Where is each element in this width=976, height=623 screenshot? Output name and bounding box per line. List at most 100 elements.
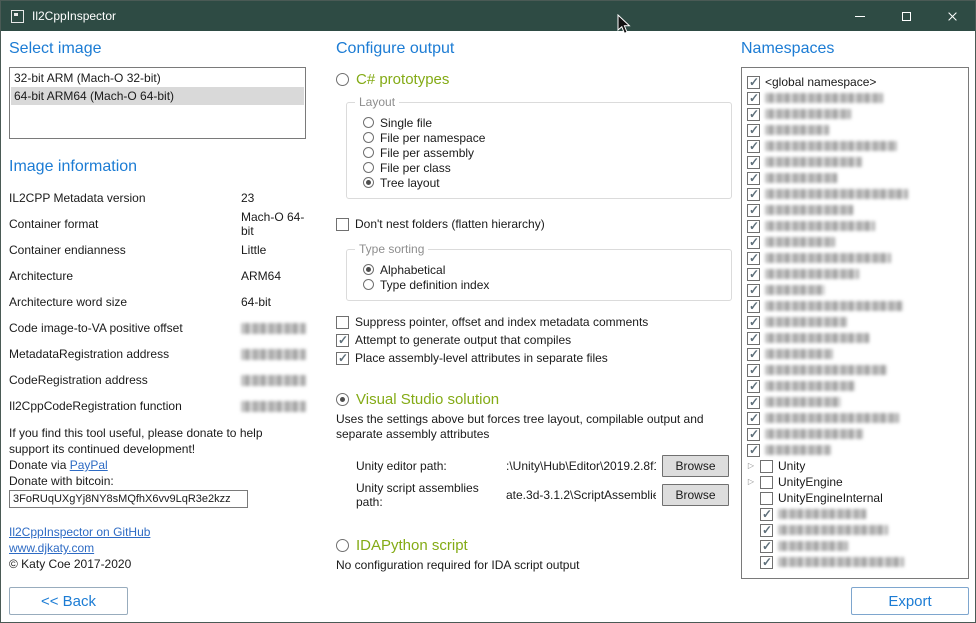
close-button[interactable] bbox=[929, 1, 975, 31]
namespace-item[interactable] bbox=[747, 282, 963, 298]
info-label: Il2CppCodeRegistration function bbox=[9, 399, 241, 413]
namespace-item[interactable] bbox=[747, 314, 963, 330]
website-link[interactable]: www.djkaty.com bbox=[9, 540, 306, 556]
browse-script-button[interactable]: Browse bbox=[662, 484, 729, 506]
checkbox-icon bbox=[336, 352, 349, 365]
image-list-item[interactable]: 32-bit ARM (Mach-O 32-bit) bbox=[11, 69, 304, 87]
select-image-heading: Select image bbox=[9, 39, 306, 59]
namespace-item[interactable] bbox=[747, 186, 963, 202]
namespace-item[interactable] bbox=[747, 426, 963, 442]
checkbox-icon bbox=[747, 428, 760, 441]
radio-option[interactable]: File per namespace bbox=[355, 130, 721, 145]
namespace-item[interactable] bbox=[747, 202, 963, 218]
namespace-item[interactable] bbox=[747, 106, 963, 122]
namespace-label-redacted bbox=[765, 333, 869, 343]
namespace-item[interactable] bbox=[747, 330, 963, 346]
flatten-checkbox[interactable]: Don't nest folders (flatten hierarchy) bbox=[336, 215, 732, 233]
radio-icon bbox=[363, 264, 374, 275]
checkbox-icon bbox=[747, 332, 760, 345]
info-value-redacted bbox=[241, 401, 306, 412]
namespace-label-redacted bbox=[765, 109, 851, 119]
csharp-prototypes-radio[interactable]: C# prototypes bbox=[336, 71, 732, 88]
github-link[interactable]: Il2CppInspector on GitHub bbox=[9, 524, 306, 540]
namespace-item[interactable] bbox=[747, 394, 963, 410]
checkbox-icon bbox=[747, 188, 760, 201]
radio-option[interactable]: Type definition index bbox=[355, 277, 721, 292]
namespace-item[interactable] bbox=[747, 170, 963, 186]
info-value: Little bbox=[241, 243, 266, 257]
namespace-item[interactable] bbox=[747, 250, 963, 266]
vs-description: Uses the settings above but forces tree … bbox=[336, 412, 728, 442]
expander-icon[interactable]: ▷ bbox=[747, 458, 755, 474]
namespace-item[interactable] bbox=[747, 234, 963, 250]
visual-studio-label: Visual Studio solution bbox=[356, 391, 499, 408]
browse-editor-button[interactable]: Browse bbox=[662, 455, 729, 477]
minimize-button[interactable] bbox=[837, 1, 883, 31]
namespace-label-redacted bbox=[778, 509, 866, 519]
namespace-item[interactable] bbox=[747, 266, 963, 282]
export-button[interactable]: Export bbox=[851, 587, 969, 615]
namespace-item[interactable] bbox=[747, 154, 963, 170]
checkbox-icon bbox=[747, 316, 760, 329]
checkbox-icon bbox=[747, 108, 760, 121]
option-checkbox[interactable]: Suppress pointer, offset and index metad… bbox=[336, 313, 732, 331]
namespace-item[interactable] bbox=[747, 346, 963, 362]
radio-option[interactable]: Single file bbox=[355, 115, 721, 130]
info-value-redacted bbox=[241, 349, 306, 360]
radio-option[interactable]: File per class bbox=[355, 160, 721, 175]
bitcoin-address-input[interactable] bbox=[9, 490, 248, 508]
radio-option[interactable]: File per assembly bbox=[355, 145, 721, 160]
info-row: Il2CppCodeRegistration function bbox=[9, 393, 306, 419]
idapython-radio[interactable]: IDAPython script bbox=[336, 537, 732, 554]
option-checkbox[interactable]: Place assembly-level attributes in separ… bbox=[336, 349, 732, 367]
image-list-item[interactable]: 64-bit ARM64 (Mach-O 64-bit) bbox=[11, 87, 304, 105]
namespace-item[interactable]: ▷Unity bbox=[747, 458, 963, 474]
namespace-item[interactable] bbox=[747, 442, 963, 458]
namespace-item[interactable] bbox=[747, 410, 963, 426]
idapython-label: IDAPython script bbox=[356, 537, 468, 554]
ida-description: No configuration required for IDA script… bbox=[336, 558, 732, 573]
checkbox-icon bbox=[747, 124, 760, 137]
checkbox-icon bbox=[760, 524, 773, 537]
info-label: CodeRegistration address bbox=[9, 373, 241, 387]
checkbox-icon bbox=[747, 268, 760, 281]
checkbox-icon bbox=[747, 92, 760, 105]
unity-editor-path-row: Unity editor path: :\Unity\Hub\Editor\20… bbox=[356, 454, 732, 478]
namespace-list[interactable]: <global namespace> ▷Unity▷UnityEngineUnit… bbox=[741, 67, 969, 579]
namespace-item[interactable] bbox=[747, 90, 963, 106]
checkbox-icon bbox=[747, 252, 760, 265]
info-label: MetadataRegistration address bbox=[9, 347, 241, 361]
checkbox-label: Suppress pointer, offset and index metad… bbox=[355, 315, 648, 329]
namespace-item[interactable] bbox=[747, 298, 963, 314]
namespace-item[interactable] bbox=[747, 538, 963, 554]
namespace-item[interactable] bbox=[747, 554, 963, 570]
namespace-label-redacted bbox=[765, 125, 829, 135]
namespace-item[interactable] bbox=[747, 138, 963, 154]
namespace-item[interactable] bbox=[747, 378, 963, 394]
radio-option[interactable]: Alphabetical bbox=[355, 262, 721, 277]
expander-icon[interactable]: ▷ bbox=[747, 474, 755, 490]
paypal-link[interactable]: PayPal bbox=[70, 458, 108, 472]
namespace-item[interactable] bbox=[747, 362, 963, 378]
info-value-redacted bbox=[241, 323, 306, 334]
namespace-item[interactable] bbox=[747, 218, 963, 234]
minimize-icon bbox=[855, 16, 865, 17]
radio-option[interactable]: Tree layout bbox=[355, 175, 721, 190]
info-row: IL2CPP Metadata version23 bbox=[9, 185, 306, 211]
namespace-item[interactable] bbox=[747, 522, 963, 538]
namespace-item[interactable] bbox=[747, 122, 963, 138]
visual-studio-radio[interactable]: Visual Studio solution bbox=[336, 391, 732, 408]
namespace-item[interactable]: <global namespace> bbox=[747, 74, 963, 90]
maximize-button[interactable] bbox=[883, 1, 929, 31]
back-button[interactable]: << Back bbox=[9, 587, 128, 615]
namespace-item[interactable]: UnityEngineInternal bbox=[747, 490, 963, 506]
image-list[interactable]: 32-bit ARM (Mach-O 32-bit)64-bit ARM64 (… bbox=[9, 67, 306, 139]
namespace-item[interactable] bbox=[747, 506, 963, 522]
info-label: Code image-to-VA positive offset bbox=[9, 321, 241, 335]
window-title: Il2CppInspector bbox=[32, 9, 116, 23]
option-checkbox[interactable]: Attempt to generate output that compiles bbox=[336, 331, 732, 349]
namespace-item[interactable]: ▷UnityEngine bbox=[747, 474, 963, 490]
info-label: Architecture bbox=[9, 269, 241, 283]
unity-script-path-row: Unity script assemblies path: ate.3d-3.1… bbox=[356, 483, 732, 507]
checkbox-label: Place assembly-level attributes in separ… bbox=[355, 351, 608, 365]
